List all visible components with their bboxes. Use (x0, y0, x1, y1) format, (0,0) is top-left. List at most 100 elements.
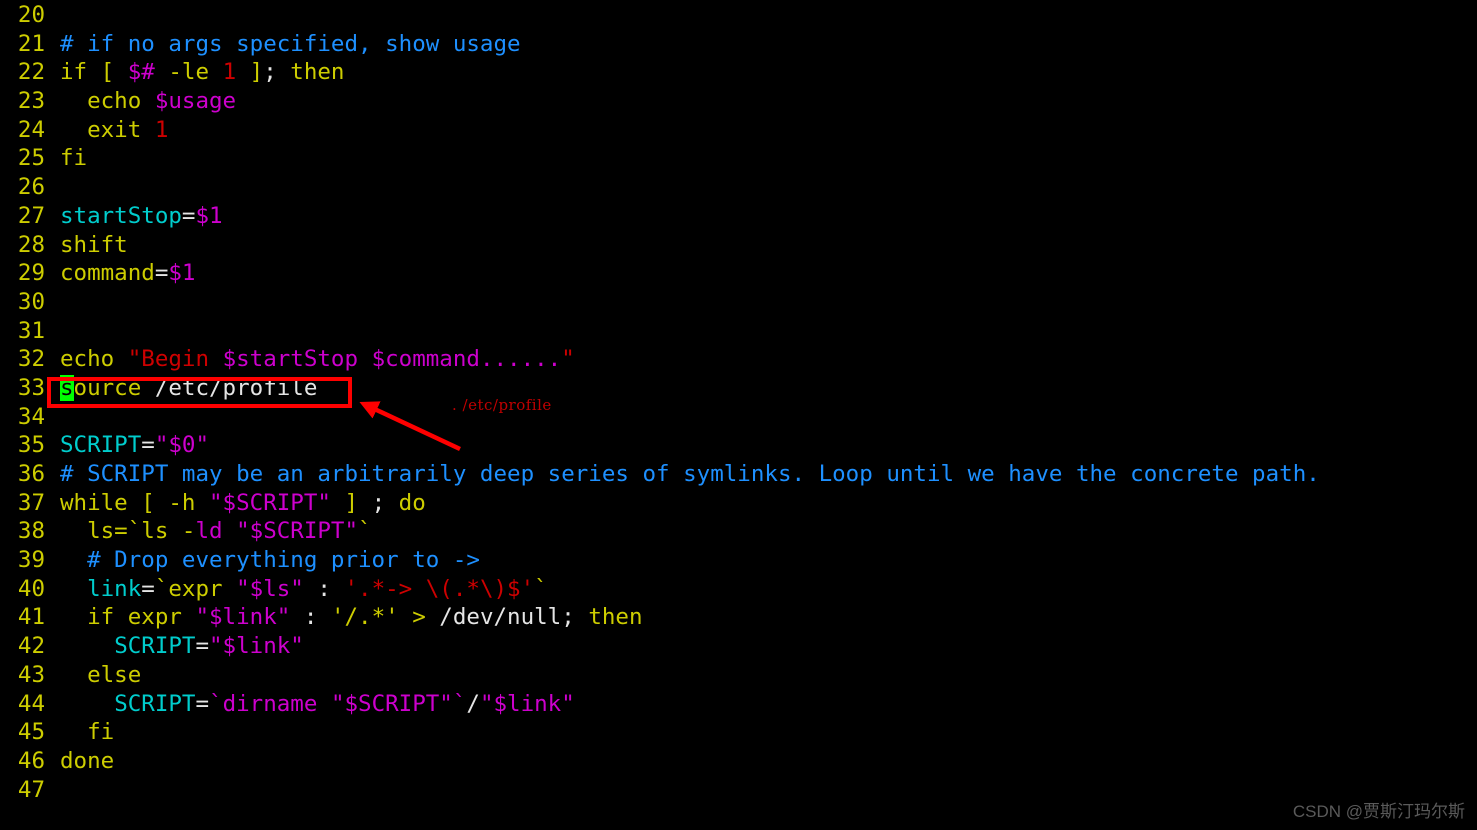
line-text[interactable]: done (45, 747, 114, 776)
line-number: 44 (17, 690, 45, 717)
line-number: 30 (17, 288, 45, 315)
code-line[interactable]: 42 SCRIPT="$link" (0, 632, 1320, 661)
line-number: 31 (17, 317, 45, 344)
code-token-str: "Begin (127, 346, 223, 373)
line-text[interactable]: if [ $# -le 1 ]; then (45, 58, 344, 87)
code-token-var: $startStop $command...... (222, 346, 562, 373)
code-token-kw: ource (73, 374, 142, 401)
code-token-var: ld (195, 518, 237, 545)
code-token-num: 1 (154, 116, 169, 143)
line-number: 45 (17, 719, 45, 746)
line-number: 38 (17, 518, 45, 545)
line-number: 46 (17, 747, 45, 774)
code-token-var: ` (209, 690, 223, 717)
code-line[interactable]: 36 # SCRIPT may be an arbitrarily deep se… (0, 460, 1320, 489)
code-line[interactable]: 39 # Drop everything prior to -> (0, 546, 1320, 575)
line-number: 43 (17, 661, 45, 688)
line-text[interactable]: fi (45, 718, 114, 747)
code-token-ident: SCRIPT (114, 633, 196, 660)
code-token-var: "$0" (154, 432, 210, 459)
line-number: 42 (17, 633, 45, 660)
code-line[interactable]: 35 SCRIPT="$0" (0, 431, 1320, 460)
line-text[interactable]: fi (45, 144, 87, 173)
code-token-var: $usage (154, 88, 237, 115)
line-text[interactable]: shift (45, 231, 128, 260)
line-text[interactable]: SCRIPT="$link" (45, 632, 304, 661)
code-token-plain: = (195, 633, 210, 660)
code-line[interactable]: 20 (0, 1, 1320, 30)
code-token-var: "$link" (479, 690, 575, 717)
code-line[interactable]: 22 if [ $# -le 1 ]; then (0, 58, 1320, 87)
line-text[interactable]: link=`expr "$ls" : '.*-> \(.*\)$'` (45, 575, 548, 604)
code-token-kw: do (398, 489, 426, 516)
annotation-label: . /etc/profile (452, 396, 552, 414)
code-line[interactable]: 41 if expr "$link" : '/.*' > /dev/null; … (0, 603, 1320, 632)
code-token-kw: expr (168, 575, 237, 602)
code-line[interactable]: 45 fi (0, 718, 1320, 747)
code-line[interactable]: 26 (0, 173, 1320, 202)
code-line[interactable]: 27 startStop=$1 (0, 202, 1320, 231)
line-text[interactable]: else (45, 661, 141, 690)
line-text[interactable]: if expr "$link" : '/.*' > /dev/null; the… (45, 603, 643, 632)
code-editor-viewport[interactable]: 20 21 # if no args specified, show usage 22… (0, 0, 1477, 830)
line-text[interactable]: exit 1 (45, 116, 168, 145)
code-token-plain: / (466, 690, 480, 717)
code-token-var: "$SCRIPT" (236, 518, 359, 545)
line-number: 22 (17, 59, 45, 86)
line-number: 20 (17, 2, 45, 28)
code-line[interactable]: 33 source /etc/profile (0, 374, 1320, 403)
code-line[interactable]: 28 shift (0, 231, 1320, 260)
code-token-plain: ; (263, 59, 291, 86)
code-lines-container[interactable]: 20 21 # if no args specified, show usage 22… (0, 0, 1320, 804)
line-number: 28 (17, 231, 45, 258)
text-cursor: s (60, 374, 74, 401)
code-line[interactable]: 30 (0, 288, 1320, 317)
code-line[interactable]: 37 while [ -h "$SCRIPT" ] ; do (0, 489, 1320, 518)
code-line[interactable]: 29 command=$1 (0, 259, 1320, 288)
line-number: 36 (17, 461, 45, 487)
code-line[interactable]: 40 link=`expr "$ls" : '.*-> \(.*\)$'` (0, 575, 1320, 604)
code-line[interactable]: 24 exit 1 (0, 116, 1320, 145)
code-line[interactable]: 34 (0, 403, 1320, 432)
code-token-kw: exit (60, 116, 155, 143)
line-number: 41 (17, 604, 45, 631)
code-token-plain: ; (561, 604, 589, 631)
line-text[interactable]: # SCRIPT may be an arbitrarily deep seri… (45, 460, 1320, 489)
code-line[interactable]: 44 SCRIPT=`dirname "$SCRIPT"`/"$link" (0, 690, 1320, 719)
line-text[interactable]: while [ -h "$SCRIPT" ] ; do (45, 489, 426, 518)
line-text[interactable]: SCRIPT=`dirname "$SCRIPT"`/"$link" (45, 690, 575, 719)
line-text[interactable]: # if no args specified, show usage (45, 30, 521, 59)
code-token-kw: > (412, 604, 426, 631)
line-text[interactable]: source /etc/profile (45, 374, 317, 403)
code-line[interactable]: 23 echo $usage (0, 87, 1320, 116)
code-line[interactable]: 38 ls=`ls -ld "$SCRIPT"` (0, 517, 1320, 546)
line-number: 47 (17, 776, 45, 803)
code-line[interactable]: 25 fi (0, 144, 1320, 173)
code-token-ident: SCRIPT (60, 432, 142, 459)
code-token-ident: SCRIPT (114, 690, 196, 717)
line-text[interactable]: ls=`ls -ld "$SCRIPT"` (45, 517, 372, 546)
line-number: 40 (17, 575, 45, 602)
code-line[interactable]: 32 echo "Begin $startStop $command......" (0, 345, 1320, 374)
code-token-kw: ] (330, 489, 372, 516)
line-text[interactable]: SCRIPT="$0" (45, 431, 209, 460)
code-token-var: $# (127, 59, 155, 86)
code-token-kw: if [ (60, 59, 128, 86)
code-line[interactable]: 46 done (0, 747, 1320, 776)
line-text[interactable]: startStop=$1 (45, 202, 223, 231)
code-line[interactable]: 31 (0, 317, 1320, 346)
line-text[interactable]: echo $usage (45, 87, 236, 116)
code-token-plain: = (141, 432, 155, 459)
code-line[interactable]: 47 (0, 776, 1320, 805)
code-line[interactable]: 21 # if no args specified, show usage (0, 30, 1320, 59)
line-text[interactable]: # Drop everything prior to -> (45, 546, 480, 575)
code-token-kw: fi (60, 145, 88, 172)
line-text[interactable]: command=$1 (45, 259, 195, 288)
code-line[interactable]: 43 else (0, 661, 1320, 690)
line-text[interactable]: echo "Begin $startStop $command......" (45, 345, 575, 374)
code-token-kw: then (588, 604, 643, 631)
code-token-plain: : (303, 575, 345, 602)
code-token-var: "$link" (209, 633, 304, 660)
code-token-kw: ` (358, 518, 372, 545)
